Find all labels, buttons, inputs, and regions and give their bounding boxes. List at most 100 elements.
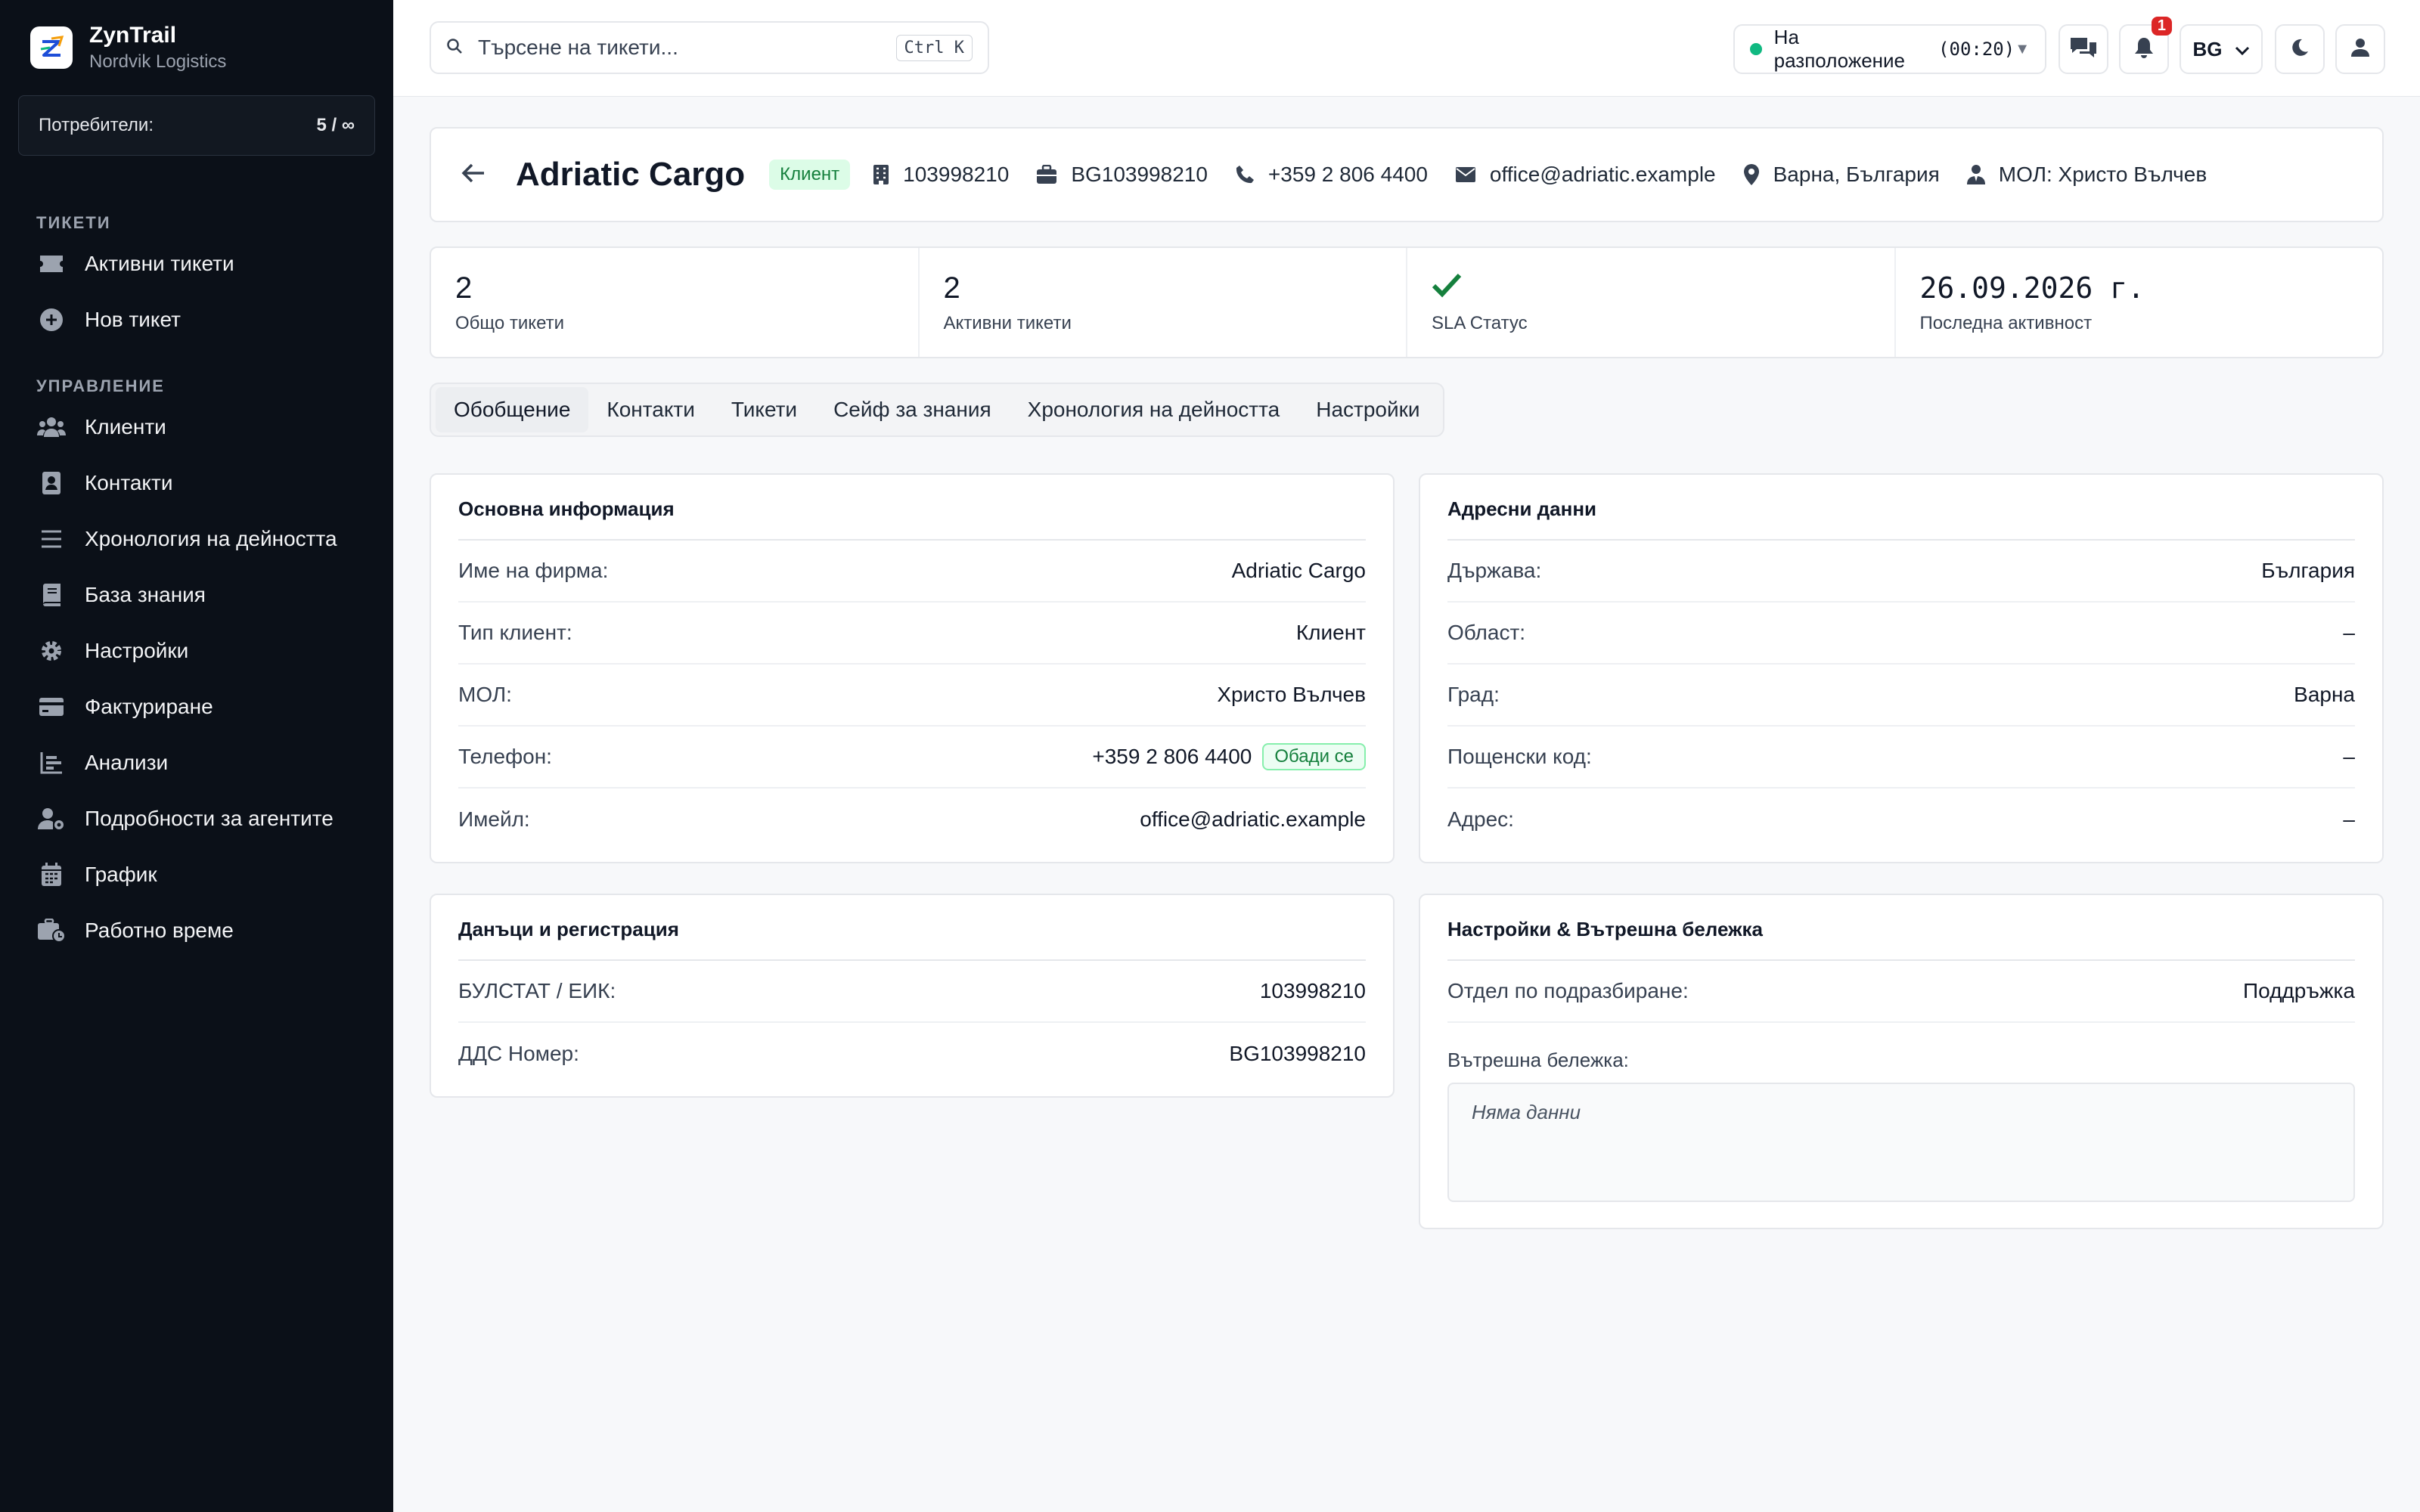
tab-settings[interactable]: Настройки: [1298, 387, 1438, 432]
gear-icon: [36, 636, 67, 666]
card-title: Настройки & Вътрешна бележка: [1447, 918, 2355, 961]
notifications-count: 1: [2151, 17, 2172, 36]
sidebar-item-worktime[interactable]: Работно време: [0, 903, 393, 959]
stat-total-tickets: 2 Общо тикети: [431, 248, 920, 357]
building-icon: [873, 164, 889, 185]
chat-button[interactable]: [2059, 24, 2108, 74]
sidebar-item-label: Хронология на дейността: [85, 527, 337, 550]
sidebar-item-activity[interactable]: Хронология на дейността: [0, 511, 393, 567]
bell-icon: [2133, 36, 2155, 63]
language-select[interactable]: BG: [2180, 24, 2263, 74]
row-postal-code: Пощенски код: –: [1447, 727, 2355, 789]
theme-toggle-button[interactable]: [2275, 24, 2325, 74]
card-title: Данъци и регистрация: [458, 918, 1366, 961]
internal-note-field[interactable]: Няма данни: [1447, 1083, 2355, 1202]
tab-overview[interactable]: Обобщение: [436, 387, 589, 432]
sidebar-item-label: Настройки: [85, 639, 189, 662]
language-value: BG: [2192, 37, 2223, 60]
sidebar-item-label: Анализи: [85, 751, 169, 774]
nav-section-manage: УПРАВЛЕНИЕ: [36, 376, 165, 395]
credit-card-icon: [36, 692, 67, 722]
client-vat: BG103998210: [1036, 163, 1208, 187]
phone-icon: [1235, 165, 1255, 184]
row-company-name: Име на фирма: Adriatic Cargo: [458, 541, 1366, 603]
row-city: Град: Варна: [1447, 665, 2355, 727]
chart-bar-icon: [36, 748, 67, 778]
moon-icon: [2290, 38, 2310, 61]
list-icon: [36, 524, 67, 554]
sidebar-item-label: Контакти: [85, 471, 173, 494]
location-pin-icon: [1743, 163, 1760, 186]
phone-value: +359 2 806 4400: [1092, 745, 1252, 768]
stat-label: Общо тикети: [455, 313, 565, 333]
tab-activity[interactable]: Хронология на дейността: [1010, 387, 1298, 432]
nav-section-tickets: ТИКЕТИ: [36, 213, 111, 232]
sidebar-item-billing[interactable]: Фактуриране: [0, 679, 393, 735]
tab-knowledge-vault[interactable]: Сейф за знания: [815, 387, 1010, 432]
briefcase-icon: [1036, 165, 1057, 184]
card-title: Основна информация: [458, 497, 1366, 541]
sidebar-item-agents[interactable]: Подробности за агентите: [0, 791, 393, 847]
tax-card: Данъци и регистрация БУЛСТАТ / ЕИК: 10399…: [430, 894, 1395, 1098]
search-icon: [446, 38, 463, 58]
row-country: Държава: България: [1447, 541, 2355, 603]
caret-down-icon: ▼: [2015, 40, 2030, 57]
availability-status-button[interactable]: На разположение (00:20) ▼: [1733, 24, 2046, 74]
topbar: Ctrl K На разположение (00:20) ▼ 1 BG: [393, 0, 2420, 97]
sidebar-item-label: Подробности за агентите: [85, 807, 334, 830]
calendar-icon: [36, 860, 67, 890]
row-address: Адрес: –: [1447, 807, 2355, 831]
client-type-badge: Клиент: [769, 160, 851, 190]
client-email[interactable]: office@adriatic.example: [1455, 163, 1716, 187]
address-book-icon: [36, 468, 67, 498]
card-title: Адресни данни: [1447, 497, 2355, 541]
row-mol: МОЛ: Христо Вълчев: [458, 665, 1366, 727]
client-name: Adriatic Cargo: [516, 156, 746, 193]
status-dot: [1750, 43, 1762, 55]
user-icon: [2351, 38, 2369, 61]
internal-note-label: Вътрешна бележка:: [1447, 1049, 1629, 1071]
basic-info-card: Основна информация Име на фирма: Adriatic…: [430, 473, 1395, 863]
search-box[interactable]: Ctrl K: [430, 21, 989, 74]
status-label: На разположение: [1773, 26, 1906, 72]
stat-value: 26.09.2026 г.: [1919, 271, 2145, 305]
stat-sla-status: SLA Статус: [1407, 248, 1896, 357]
sidebar-item-knowledge[interactable]: База знания: [0, 567, 393, 623]
sidebar-item-active-tickets[interactable]: Активни тикети: [0, 236, 393, 292]
sidebar-item-analytics[interactable]: Анализи: [0, 735, 393, 791]
chevron-down-icon: [2235, 38, 2250, 61]
sidebar-item-label: Фактуриране: [85, 695, 213, 718]
sidebar-item-label: График: [85, 863, 157, 886]
row-client-type: Тип клиент: Клиент: [458, 603, 1366, 665]
stat-label: SLA Статус: [1432, 313, 1528, 333]
client-eik: 103998210: [873, 163, 1009, 187]
stat-label: Последна активност: [1919, 313, 2093, 333]
sidebar-item-settings[interactable]: Настройки: [0, 623, 393, 679]
tab-contacts[interactable]: Контакти: [588, 387, 712, 432]
user-tie-icon: [1966, 164, 1985, 185]
client-phone[interactable]: +359 2 806 4400: [1235, 163, 1428, 187]
search-shortcut: Ctrl K: [895, 34, 973, 61]
brand-org: Nordvik Logistics: [89, 51, 227, 72]
plus-circle-icon: [36, 305, 67, 335]
internal-settings-card: Настройки & Вътрешна бележка Отдел по по…: [1419, 894, 2384, 1229]
sidebar-item-label: Клиенти: [85, 415, 166, 438]
sidebar: ZynTrail Nordvik Logistics Потребители: …: [0, 0, 393, 1512]
sidebar-item-contacts[interactable]: Контакти: [0, 455, 393, 511]
sidebar-item-new-ticket[interactable]: Нов тикет: [0, 292, 393, 348]
stat-label: Активни тикети: [943, 313, 1072, 333]
sidebar-item-label: Активни тикети: [85, 252, 234, 275]
stat-value: 2: [943, 271, 960, 305]
row-vat: ДДС Номер: BG103998210: [458, 1042, 1366, 1065]
call-button[interactable]: Обади се: [1262, 743, 1366, 770]
sidebar-item-clients[interactable]: Клиенти: [0, 399, 393, 455]
brand[interactable]: ZynTrail Nordvik Logistics: [0, 0, 393, 95]
briefcase-clock-icon: [36, 916, 67, 946]
back-arrow-icon[interactable]: [461, 163, 486, 187]
sidebar-item-schedule[interactable]: График: [0, 847, 393, 903]
search-input[interactable]: [478, 36, 896, 60]
notifications-button[interactable]: 1: [2119, 17, 2172, 74]
profile-button[interactable]: [2335, 24, 2385, 74]
user-gear-icon: [36, 804, 67, 834]
tab-tickets[interactable]: Тикети: [713, 387, 815, 432]
